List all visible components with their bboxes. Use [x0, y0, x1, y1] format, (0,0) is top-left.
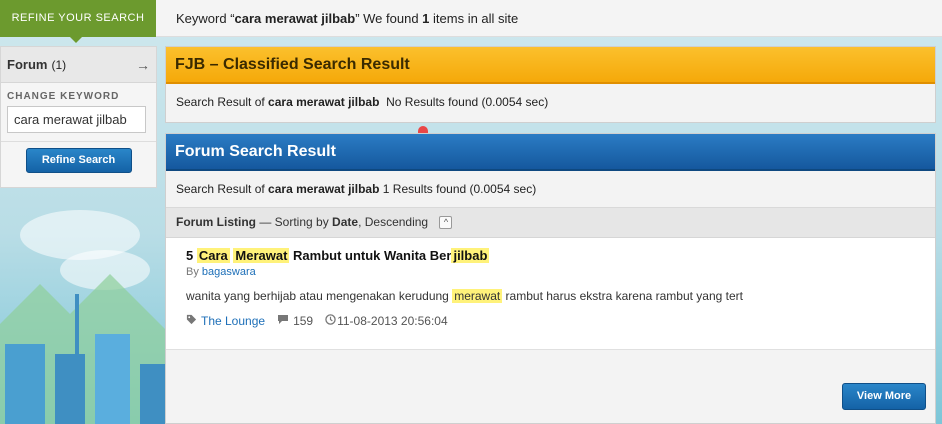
view-more-button[interactable]: View More — [842, 383, 926, 410]
forum-listing-header: Forum Listing — Sorting by Date, Descend… — [166, 208, 935, 238]
refine-your-search-tab[interactable]: REFINE YOUR SEARCH — [0, 0, 156, 43]
post-datetime: 11-08-2013 20:56:04 — [337, 314, 448, 328]
forum-result-summary: Search Result of cara merawat jilbab 1 R… — [166, 171, 935, 208]
thread-meta: The Lounge 159 11-08-2013 20:56:04 — [186, 314, 935, 328]
thread-author-line: By bagaswara — [186, 266, 256, 278]
forum-category-link[interactable]: The Lounge — [201, 314, 265, 328]
thread-snippet: wanita yang berhijab atau mengenakan ker… — [186, 289, 743, 303]
change-keyword-label: CHANGE KEYWORD — [7, 91, 120, 102]
refine-search-button[interactable]: Refine Search — [25, 148, 132, 173]
search-summary-bar: REFINE YOUR SEARCH Keyword “cara merawat… — [0, 0, 942, 43]
forum-filter-label: Forum (1) — [7, 57, 67, 72]
keyword-summary: Keyword “cara merawat jilbab” We found 1… — [176, 11, 519, 26]
thread-title-link[interactable]: 5 Cara Merawat Rambut untuk Wanita Ber ji… — [186, 248, 935, 263]
refine-sidebar: Forum(1) → CHANGE KEYWORD Refine Search — [0, 46, 157, 188]
clock-icon — [325, 314, 336, 328]
keyword-input[interactable] — [7, 106, 146, 133]
divider — [1, 141, 156, 142]
arrow-right-icon[interactable]: → — [136, 57, 150, 73]
forum-filter-item[interactable]: Forum (1) → — [1, 47, 156, 83]
comment-icon — [277, 314, 289, 328]
author-link[interactable]: bagaswara — [202, 266, 256, 278]
reply-count: 159 — [293, 314, 314, 328]
collapse-toggle-icon[interactable]: ^ — [439, 216, 453, 230]
fjb-panel-title: FJB – Classified Search Result — [166, 47, 935, 84]
keyword-text: cara merawat jilbab — [234, 11, 356, 26]
list-item: 5 Cara Merawat Rambut untuk Wanita Ber ji… — [166, 238, 935, 350]
fjb-result-summary: Search Result of cara merawat jilbab No … — [176, 95, 549, 109]
fjb-results-panel: FJB – Classified Search Result Search Re… — [165, 46, 936, 123]
tag-icon — [186, 314, 197, 328]
background-city-illustration — [0, 274, 170, 424]
forum-filter-count: (1) — [51, 58, 67, 72]
forum-panel-title: Forum Search Result — [166, 134, 935, 171]
forum-results-panel: Forum Search Result Search Result of car… — [165, 133, 936, 424]
